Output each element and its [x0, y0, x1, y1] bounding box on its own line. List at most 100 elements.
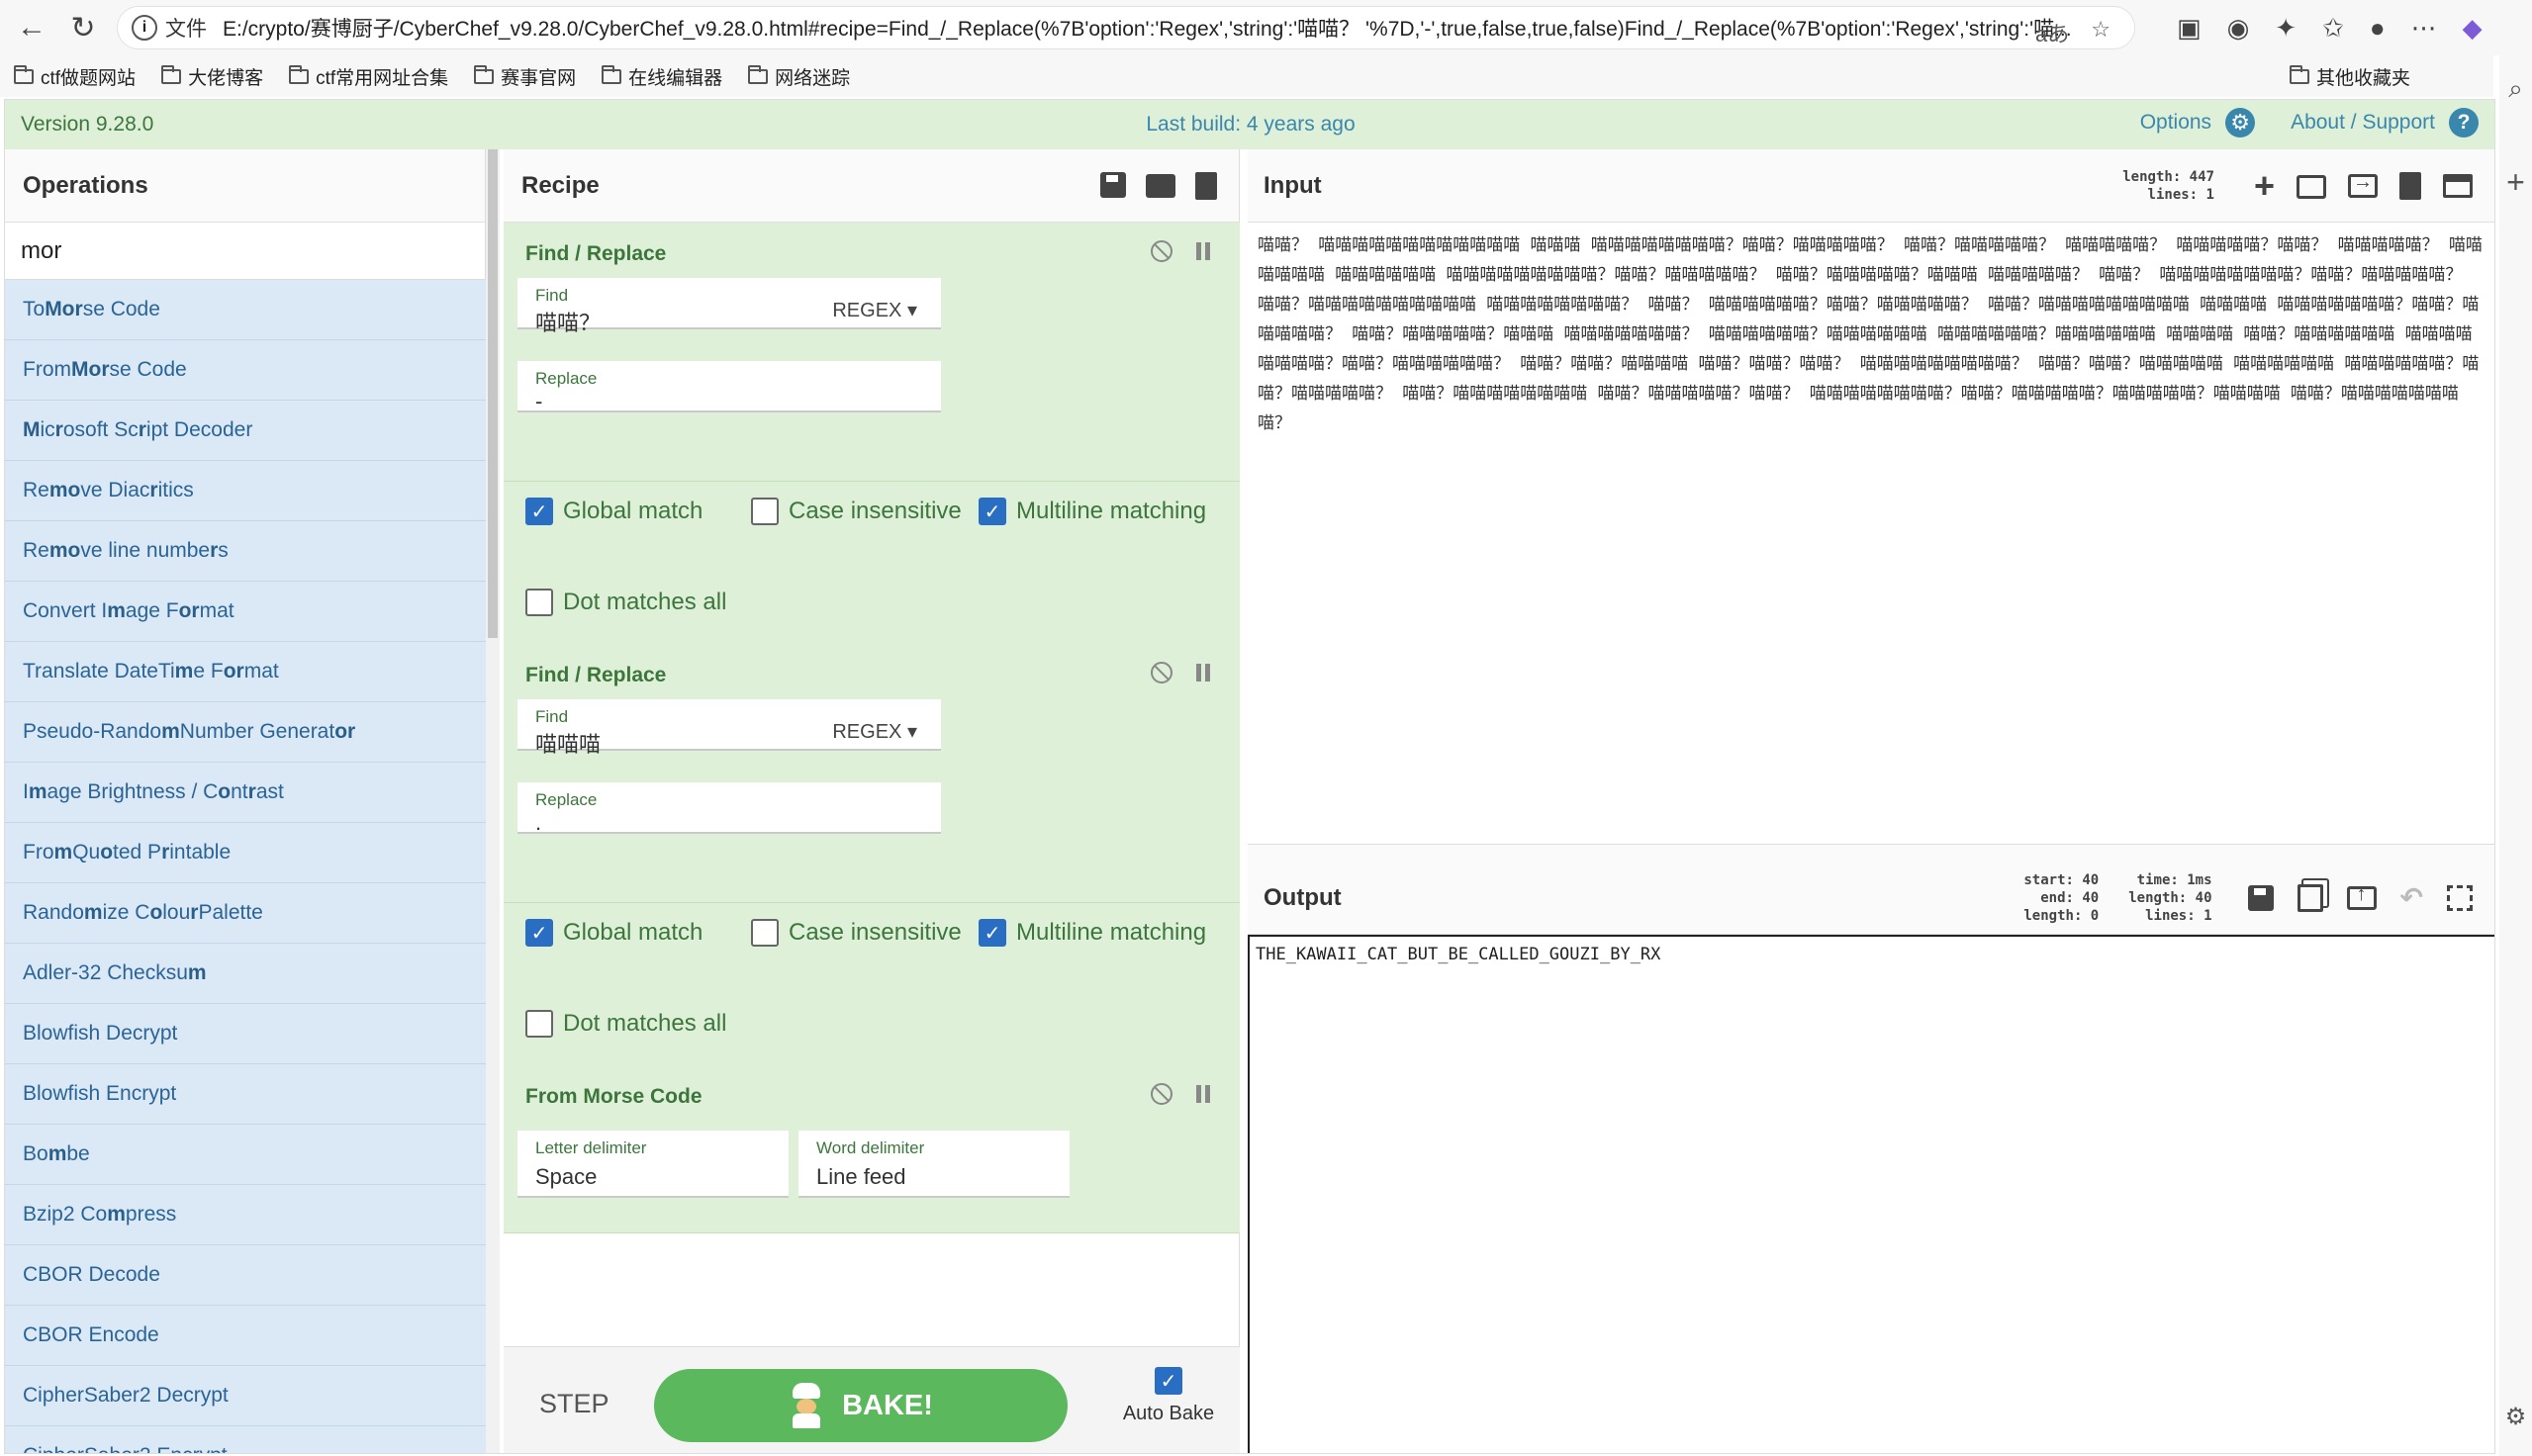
- replace-field[interactable]: Replace .: [517, 782, 941, 836]
- copilot-icon[interactable]: ◆: [2463, 13, 2483, 44]
- puzzle-icon[interactable]: ✦: [2275, 13, 2297, 44]
- operation-item[interactable]: Convert Im age For mat: [5, 582, 486, 642]
- extension-icon[interactable]: ▣: [2177, 13, 2202, 44]
- operation-item[interactable]: Re mo ve Diac r itics: [5, 461, 486, 521]
- operations-search-input[interactable]: mor: [5, 223, 485, 280]
- find-input[interactable]: 喵喵喵: [535, 727, 601, 759]
- recipe-ingredient-from-morse[interactable]: From Morse Code Letter delimiter Space W…: [504, 1065, 1240, 1233]
- step-button[interactable]: STEP: [539, 1389, 610, 1419]
- bookmark-folder[interactable]: ctf常用网址合集: [289, 63, 448, 90]
- back-icon[interactable]: ←: [6, 2, 57, 53]
- operation-item[interactable]: Blowfish Decrypt: [5, 1004, 486, 1064]
- disable-icon[interactable]: [1151, 1083, 1172, 1105]
- find-mode-dropdown[interactable]: REGEX ▾: [832, 298, 917, 322]
- folder-icon[interactable]: [1146, 173, 1175, 198]
- sidebar-add-icon[interactable]: +: [2499, 164, 2532, 201]
- record-icon[interactable]: ◉: [2227, 13, 2250, 44]
- global-match-checkbox[interactable]: ✓ Global match: [525, 919, 703, 947]
- operation-item[interactable]: Bzip2 Co m press: [5, 1185, 486, 1245]
- star-icon[interactable]: ☆: [2091, 17, 2110, 48]
- url-text[interactable]: E:/crypto/赛博厨子/CyberChef_v9.28.0/CyberCh…: [223, 13, 2072, 43]
- clear-input-icon[interactable]: [2399, 171, 2421, 200]
- address-bar[interactable]: i 文件 E:/crypto/赛博厨子/CyberChef_v9.28.0/Cy…: [117, 6, 2135, 49]
- operation-item[interactable]: Rando m ize Co lou r Palette: [5, 883, 486, 944]
- more-icon[interactable]: ⋯: [2411, 13, 2437, 44]
- dot-all-checkbox[interactable]: Dot matches all: [525, 589, 726, 616]
- breakpoint-icon[interactable]: [1196, 1085, 1210, 1103]
- gear-icon[interactable]: ⚙: [2225, 108, 2256, 137]
- bookmark-folder[interactable]: 在线编辑器: [602, 63, 722, 90]
- add-input-icon[interactable]: +: [2254, 167, 2275, 203]
- info-icon[interactable]: i: [132, 15, 157, 41]
- options-link[interactable]: Options: [2140, 111, 2211, 135]
- case-insensitive-checkbox[interactable]: Case insensitive: [751, 498, 962, 525]
- find-field[interactable]: Find 喵喵喵 REGEX ▾: [517, 699, 941, 757]
- multiline-checkbox[interactable]: ✓ Multiline matching: [979, 919, 1206, 947]
- breakpoint-icon[interactable]: [1196, 664, 1210, 682]
- other-bookmarks[interactable]: 其他收藏夹: [2289, 55, 2410, 97]
- replace-input[interactable]: .: [535, 810, 541, 836]
- output-textarea[interactable]: THE_KAWAII_CAT_BUT_BE_CALLED_GOUZI_BY_RX: [1248, 935, 2494, 1453]
- favorites-icon[interactable]: ✩: [2322, 13, 2344, 44]
- operation-item[interactable]: Blowfish Encrypt: [5, 1064, 486, 1125]
- folder-icon: [161, 64, 182, 84]
- operation-item[interactable]: Bo m be: [5, 1125, 486, 1185]
- replace-field[interactable]: Replace -: [517, 361, 941, 414]
- bake-button[interactable]: BAKE!: [654, 1369, 1068, 1442]
- undo-icon[interactable]: ↶: [2400, 881, 2423, 914]
- about-link[interactable]: About / Support: [2291, 111, 2435, 135]
- save-output-icon[interactable]: [2247, 884, 2274, 911]
- reload-icon[interactable]: ↻: [57, 2, 109, 53]
- operation-item[interactable]: Re mo ve line numbe r s: [5, 521, 486, 582]
- open-file-icon[interactable]: [2348, 171, 2378, 198]
- disable-icon[interactable]: [1151, 662, 1172, 683]
- disable-icon[interactable]: [1151, 240, 1172, 262]
- profile-icon[interactable]: ●: [2370, 13, 2386, 44]
- save-icon[interactable]: [1100, 171, 1126, 198]
- find-input[interactable]: 喵喵？: [535, 306, 601, 337]
- operation-item[interactable]: CBOR Decode: [5, 1245, 486, 1306]
- breakpoint-icon[interactable]: [1196, 242, 1210, 260]
- recipe-ingredient-find-replace[interactable]: Find / Replace Find 喵喵？ REGEX ▾ Replace …: [504, 223, 1240, 482]
- operation-item[interactable]: CipherSaber2 Decrypt: [5, 1366, 486, 1426]
- open-folder-icon[interactable]: [2297, 174, 2326, 199]
- operation-item[interactable]: Fro m Qu o ted Pr intable: [5, 823, 486, 883]
- multiline-checkbox[interactable]: ✓ Multiline matching: [979, 498, 1206, 525]
- bookmark-folder[interactable]: 赛事官网: [474, 63, 576, 90]
- translate-icon[interactable]: aあ: [2035, 17, 2069, 48]
- operations-scrollbar[interactable]: [486, 149, 500, 1453]
- operation-item[interactable]: CBOR Encode: [5, 1306, 486, 1366]
- operation-item[interactable]: Pseudo-Rando m Number Generat or: [5, 702, 486, 763]
- operation-item[interactable]: Im age Brightness / Co nt r ast: [5, 763, 486, 823]
- bookmark-folder[interactable]: 网络迷踪: [748, 63, 850, 90]
- auto-bake-checkbox[interactable]: ✓ Auto Bake: [1109, 1367, 1228, 1425]
- recipe-ingredient-find-replace[interactable]: Find / Replace Find 喵喵喵 REGEX ▾ Replace …: [504, 644, 1240, 903]
- copy-icon[interactable]: [2297, 883, 2323, 912]
- operation-item[interactable]: Mic r osoft Sc r ipt Decoder: [5, 401, 486, 461]
- letter-delimiter-select[interactable]: Letter delimiter Space: [517, 1131, 789, 1198]
- scrollbar-thumb[interactable]: [488, 149, 498, 638]
- sidebar-search-icon[interactable]: ⌕: [2499, 73, 2532, 105]
- dot-all-checkbox[interactable]: Dot matches all: [525, 1010, 726, 1038]
- input-textarea[interactable]: 喵喵？ 喵喵喵喵喵喵喵喵喵喵喵喵 喵喵喵 喵喵喵喵喵喵喵喵？喵喵？喵喵喵喵喵？ …: [1248, 225, 2494, 844]
- io-divider[interactable]: [1248, 844, 2494, 862]
- operation-item[interactable]: CipherSaber2 Encrypt: [5, 1426, 486, 1453]
- word-delimiter-select[interactable]: Word delimiter Line feed: [798, 1131, 1070, 1198]
- find-mode-dropdown[interactable]: REGEX ▾: [832, 719, 917, 744]
- operation-item[interactable]: Translate DateTi m e For mat: [5, 642, 486, 702]
- reset-layout-icon[interactable]: [2443, 173, 2473, 198]
- sidebar-settings-icon[interactable]: ⚙: [2499, 1403, 2532, 1431]
- replace-input-icon[interactable]: [2346, 883, 2377, 910]
- case-insensitive-checkbox[interactable]: Case insensitive: [751, 919, 962, 947]
- operation-item[interactable]: To Mor se Code: [5, 280, 486, 340]
- maximise-icon[interactable]: [2447, 884, 2473, 911]
- global-match-checkbox[interactable]: ✓ Global match: [525, 498, 703, 525]
- bookmark-folder[interactable]: 大佬博客: [161, 63, 263, 90]
- replace-input[interactable]: -: [535, 389, 542, 414]
- operation-item[interactable]: From Mor se Code: [5, 340, 486, 401]
- find-field[interactable]: Find 喵喵？ REGEX ▾: [517, 278, 941, 335]
- help-icon[interactable]: ?: [2449, 108, 2479, 137]
- trash-icon[interactable]: [1195, 171, 1217, 200]
- bookmark-folder[interactable]: ctf做题网站: [14, 63, 136, 90]
- operation-item[interactable]: Adler-32 Checksu m: [5, 944, 486, 1004]
